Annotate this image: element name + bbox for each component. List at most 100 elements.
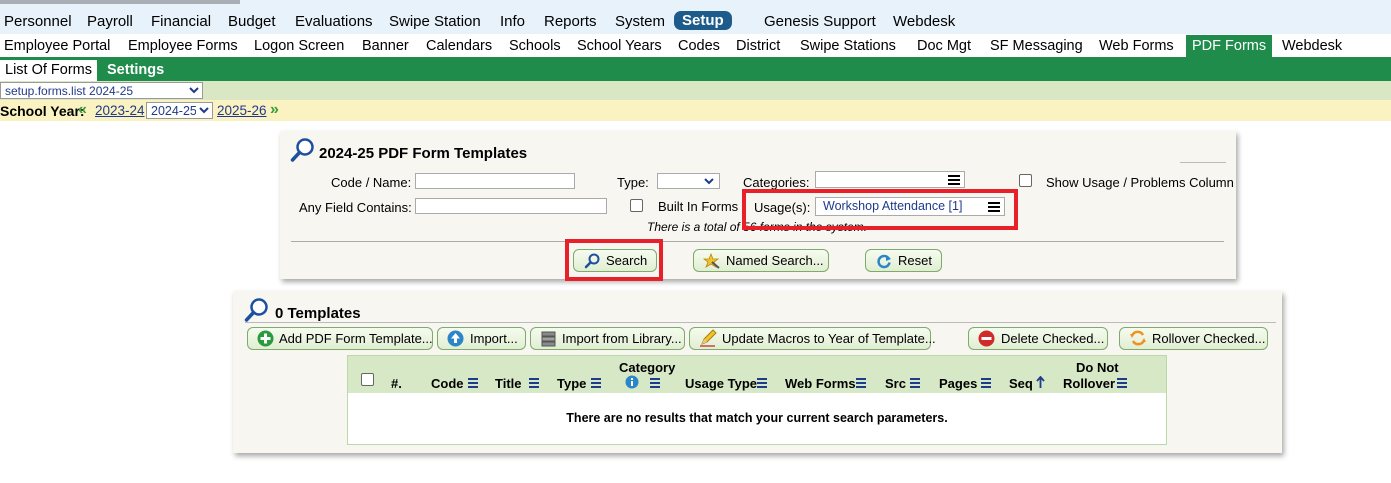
subnav-web-forms[interactable]: Web Forms <box>1099 38 1174 55</box>
nav-info[interactable]: Info <box>500 13 525 30</box>
update-macros-button[interactable]: Update Macros to Year of Template... <box>689 327 936 350</box>
results-title: 0 Templates <box>275 305 361 322</box>
subnav-codes[interactable]: Codes <box>678 38 720 55</box>
search-divider <box>291 241 1224 242</box>
view-select[interactable]: setup.forms.list 2024-25 <box>0 82 203 99</box>
col-title[interactable]: Title <box>495 376 522 391</box>
tab-settings[interactable]: Settings <box>107 60 164 81</box>
column-menu-icon[interactable] <box>757 378 767 388</box>
tab-list-of-forms[interactable]: List Of Forms <box>0 60 98 81</box>
import-library-label: Import from Library... <box>562 331 682 346</box>
subnav-employee-forms[interactable]: Employee Forms <box>128 38 238 55</box>
subnav-sf-messaging[interactable]: SF Messaging <box>990 38 1083 55</box>
rollover-checked-button[interactable]: Rollover Checked... <box>1119 327 1268 350</box>
nav-personnel[interactable]: Personnel <box>4 13 72 30</box>
column-menu-icon[interactable] <box>591 378 601 388</box>
col-usage-type[interactable]: Usage Type <box>685 376 757 391</box>
show-usage-label: Show Usage / Problems Column <box>1046 175 1234 190</box>
nav-system[interactable]: System <box>615 13 665 30</box>
nav-webdesk[interactable]: Webdesk <box>893 13 955 30</box>
chevron-down-icon <box>704 178 714 185</box>
subnav-banner[interactable]: Banner <box>362 38 409 55</box>
upload-icon <box>447 330 464 347</box>
next-year-chevron-icon[interactable]: » <box>270 101 279 119</box>
column-menu-icon[interactable] <box>1117 378 1127 388</box>
setup-sub-nav: Employee Portal Employee Forms Logon Scr… <box>0 35 1391 57</box>
nav-payroll[interactable]: Payroll <box>87 13 133 30</box>
school-year-label: School Year: <box>0 103 85 119</box>
nav-setup[interactable]: Setup <box>674 11 732 30</box>
search-highlight <box>565 239 663 281</box>
nav-reports[interactable]: Reports <box>544 13 597 30</box>
delete-checked-button[interactable]: Delete Checked... <box>968 327 1108 350</box>
select-all-checkbox[interactable] <box>361 373 374 386</box>
reset-button[interactable]: Reset <box>865 249 942 272</box>
subnav-schools[interactable]: Schools <box>509 38 561 55</box>
empty-results-message: There are no results that match your cur… <box>566 411 948 425</box>
col-type[interactable]: Type <box>557 376 586 391</box>
top-nav: Personnel Payroll Financial Budget Evalu… <box>0 0 1391 34</box>
categories-label: Categories: <box>743 175 810 190</box>
subnav-logon-screen[interactable]: Logon Screen <box>254 38 344 55</box>
update-macros-label: Update Macros to Year of Template... <box>722 331 936 346</box>
column-menu-icon[interactable] <box>981 378 991 388</box>
reset-label: Reset <box>898 253 932 268</box>
nav-genesis-support[interactable]: Genesis Support <box>764 13 876 30</box>
col-src[interactable]: Src <box>885 376 906 391</box>
column-menu-icon[interactable] <box>468 378 478 388</box>
subnav-employee-portal[interactable]: Employee Portal <box>4 38 110 55</box>
view-select-row: setup.forms.list 2024-25 <box>0 81 1391 100</box>
subnav-webdesk[interactable]: Webdesk <box>1282 38 1342 55</box>
rollover-icon <box>1130 330 1146 346</box>
column-menu-icon[interactable] <box>529 378 539 388</box>
type-select[interactable] <box>657 173 720 189</box>
sort-ascending-icon[interactable] <box>1036 376 1045 388</box>
col-seq[interactable]: Seq <box>1009 376 1033 391</box>
nav-financial[interactable]: Financial <box>151 13 211 30</box>
import-button[interactable]: Import... <box>437 327 526 350</box>
built-in-forms-checkbox[interactable] <box>630 199 643 212</box>
next-year-link[interactable]: 2025-26 <box>217 103 267 118</box>
named-search-button[interactable]: Named Search... <box>693 249 829 272</box>
subnav-calendars[interactable]: Calendars <box>426 38 492 55</box>
categories-select[interactable] <box>815 171 965 188</box>
school-year-row: School Year: « 2023-24 2024-25 2025-26 » <box>0 100 1391 121</box>
add-template-label: Add PDF Form Template... <box>279 331 433 346</box>
column-menu-icon[interactable] <box>650 378 660 388</box>
nav-evaluations[interactable]: Evaluations <box>295 13 373 30</box>
add-pdf-form-template-button[interactable]: Add PDF Form Template... <box>247 327 433 350</box>
named-search-label: Named Search... <box>726 253 824 268</box>
nav-swipe-station[interactable]: Swipe Station <box>389 13 481 30</box>
col-category[interactable]: Category <box>619 360 675 375</box>
prev-year-link[interactable]: 2023-24 <box>95 103 145 118</box>
col-do-not[interactable]: Do Not <box>1076 360 1119 375</box>
show-usage-checkbox[interactable] <box>1019 174 1032 187</box>
info-icon[interactable] <box>625 375 639 389</box>
nav-budget[interactable]: Budget <box>228 13 276 30</box>
title-divider <box>1180 162 1226 163</box>
tab-bar: List Of Forms Settings <box>0 57 1391 81</box>
magic-wand-icon <box>703 253 720 269</box>
subnav-doc-mgt[interactable]: Doc Mgt <box>917 38 971 55</box>
subnav-school-years[interactable]: School Years <box>577 38 662 55</box>
usages-highlight <box>742 189 1018 230</box>
magnifier-icon <box>290 138 314 162</box>
rollover-checked-label: Rollover Checked... <box>1152 331 1266 346</box>
code-name-input[interactable] <box>415 173 575 189</box>
col-pages[interactable]: Pages <box>939 376 977 391</box>
subnav-swipe-stations[interactable]: Swipe Stations <box>800 38 896 55</box>
templates-table: #. Code Title Type Category Usage Type W… <box>347 355 1167 445</box>
subnav-district[interactable]: District <box>736 38 780 55</box>
type-label: Type: <box>617 175 649 190</box>
school-year-select[interactable]: 2024-25 <box>146 102 213 119</box>
plus-circle-icon <box>257 330 274 347</box>
subnav-pdf-forms[interactable]: PDF Forms <box>1186 35 1273 57</box>
col-web-forms[interactable]: Web Forms <box>785 376 856 391</box>
col-rollover[interactable]: Rollover <box>1063 376 1115 391</box>
any-field-input[interactable] <box>415 198 607 214</box>
col-code[interactable]: Code <box>431 376 464 391</box>
prev-year-chevron-icon[interactable]: « <box>78 101 87 119</box>
column-menu-icon[interactable] <box>910 378 920 388</box>
column-menu-icon[interactable] <box>856 378 866 388</box>
import-from-library-button[interactable]: Import from Library... <box>530 327 685 350</box>
